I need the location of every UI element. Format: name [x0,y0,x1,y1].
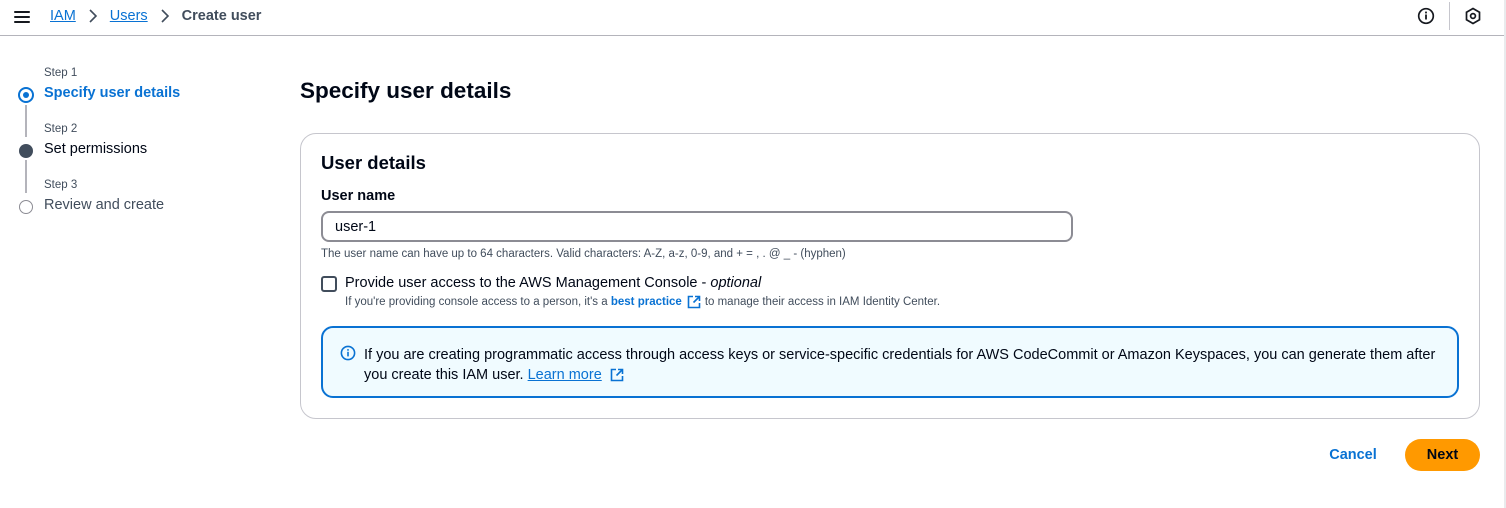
chevron-right-icon [154,9,176,23]
menu-icon[interactable] [14,9,32,25]
breadcrumb-iam-link[interactable]: IAM [50,8,76,24]
step-connector [25,175,27,193]
step-title-review-and-create: Review and create [44,197,165,213]
top-navigation-bar: IAM Users Create user [0,0,1506,36]
step-number-label: Step 1 [44,67,78,79]
step-number-label: Step 3 [44,179,78,191]
page-title: Specify user details [300,78,512,103]
external-link-icon[interactable] [687,295,701,309]
step-1: Step 1 Specify user details [16,67,236,129]
settings-hexagon-icon[interactable] [1464,7,1482,25]
next-button[interactable]: Next [1405,439,1480,471]
info-alert: If you are creating programmatic access … [321,326,1459,398]
console-access-label-text: Provide user access to the AWS Managemen… [345,275,711,291]
step-active-indicator [18,87,34,103]
breadcrumb-users-link[interactable]: Users [110,8,148,24]
step-indicator [19,144,33,158]
alert-body-text: If you are creating programmatic access … [364,347,1436,383]
step-2: Step 2 Set permissions [16,119,236,185]
cancel-button[interactable]: Cancel [1318,440,1388,470]
username-input[interactable] [321,211,1073,242]
container-title: User details [321,152,426,173]
console-access-label[interactable]: Provide user access to the AWS Managemen… [345,275,761,291]
step-title-specify-user-details[interactable]: Specify user details [44,85,180,101]
alert-message: If you are creating programmatic access … [364,345,1444,385]
console-desc-text-after: to manage their access in IAM Identity C… [704,296,941,308]
best-practice-link[interactable]: best practice [611,296,682,308]
breadcrumb: IAM Users Create user [50,0,261,32]
console-access-description: If you're providing console access to a … [345,295,940,309]
chevron-right-icon [82,9,104,23]
username-constraint-text: The user name can have up to 64 characte… [321,248,846,260]
wizard-steps-navigation: Step 1 Specify user details Step 2 Set p… [16,67,236,235]
external-link-icon[interactable] [610,368,624,382]
optional-tag: optional [710,275,762,291]
step-title-set-permissions[interactable]: Set permissions [44,141,147,157]
step-indicator [19,200,33,214]
username-label: User name [321,188,396,204]
step-3: Step 3 Review and create [16,175,236,235]
user-details-container: User details User name The user name can… [300,133,1480,419]
learn-more-link[interactable]: Learn more [528,367,602,383]
step-connector [25,119,27,137]
step-number-label: Step 2 [44,123,78,135]
info-icon[interactable] [1417,7,1435,25]
info-icon [340,345,356,361]
console-access-checkbox[interactable] [321,276,337,292]
console-desc-text: If you're providing console access to a … [345,296,608,308]
breadcrumb-current: Create user [181,8,262,24]
top-bar-divider [1449,2,1450,30]
